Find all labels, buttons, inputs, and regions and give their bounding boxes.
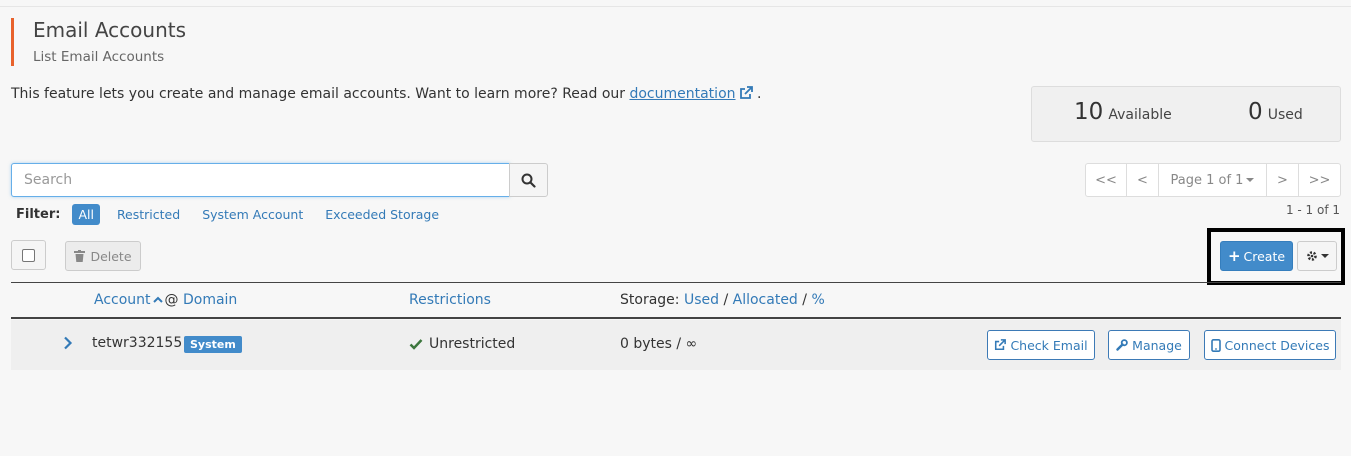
sort-account[interactable]: Account bbox=[94, 292, 151, 308]
external-link-icon bbox=[995, 339, 1007, 351]
plus-icon: + bbox=[1227, 247, 1241, 265]
page-title: Email Accounts bbox=[33, 18, 187, 42]
storage-sep-1: / bbox=[723, 292, 729, 308]
check-email-button[interactable]: Check Email bbox=[987, 330, 1095, 360]
search-input[interactable] bbox=[11, 163, 510, 197]
page-header: Email Accounts List Email Accounts bbox=[11, 18, 186, 66]
gear-icon bbox=[1306, 251, 1317, 261]
documentation-link[interactable]: documentation bbox=[629, 86, 735, 102]
used-label: Used bbox=[1267, 107, 1303, 123]
trash-icon bbox=[74, 250, 86, 262]
table-row: tetwr332155 System Unrestricted 0 bytes … bbox=[11, 320, 1341, 370]
manage-label: Manage bbox=[1132, 337, 1182, 353]
restrictions-header[interactable]: Restrictions bbox=[409, 292, 491, 308]
chevron-down-icon bbox=[1320, 254, 1329, 258]
mobile-phone-icon bbox=[1210, 338, 1221, 352]
used-stat: 0 Used bbox=[1248, 99, 1303, 125]
top-divider bbox=[0, 6, 1351, 7]
account-stats-panel: 10 Available 0 Used bbox=[1031, 86, 1341, 142]
search-icon bbox=[521, 173, 536, 188]
create-label: Create bbox=[1243, 248, 1286, 264]
sort-percent[interactable]: % bbox=[811, 292, 824, 308]
connect-devices-label: Connect Devices bbox=[1224, 337, 1330, 353]
system-badge: System bbox=[184, 336, 242, 353]
intro-text: This feature lets you create and manage … bbox=[11, 86, 761, 102]
pagination: << < Page 1 of 1 > >> bbox=[1085, 163, 1341, 197]
sort-allocated[interactable]: Allocated bbox=[733, 292, 798, 308]
page-select[interactable]: Page 1 of 1 bbox=[1159, 164, 1267, 196]
search-group bbox=[11, 163, 548, 197]
check-icon bbox=[409, 339, 423, 350]
filter-restricted[interactable]: Restricted bbox=[117, 207, 180, 222]
restriction-label: Unrestricted bbox=[429, 336, 516, 352]
connect-devices-button[interactable]: Connect Devices bbox=[1204, 330, 1336, 360]
select-all-checkbox[interactable] bbox=[11, 240, 46, 270]
account-domain-header: Account @ Domain bbox=[94, 292, 237, 308]
available-stat: 10 Available bbox=[1074, 99, 1172, 125]
filter-system-account[interactable]: System Account bbox=[202, 207, 303, 222]
storage-header: Storage: Used / Allocated / % bbox=[620, 292, 825, 308]
settings-dropdown-button[interactable] bbox=[1297, 241, 1337, 271]
storage-prefix: Storage: bbox=[620, 292, 680, 308]
next-page-button[interactable]: > bbox=[1267, 164, 1299, 196]
wrench-icon bbox=[1116, 339, 1128, 351]
sort-domain[interactable]: Domain bbox=[183, 292, 237, 308]
available-label: Available bbox=[1108, 107, 1172, 123]
filter-exceeded-storage[interactable]: Exceeded Storage bbox=[325, 207, 439, 222]
table-header: Account @ Domain Restrictions Storage: Us… bbox=[11, 282, 1341, 319]
storage-sep-2: / bbox=[802, 292, 807, 308]
manage-button[interactable]: Manage bbox=[1108, 330, 1190, 360]
checkbox-box bbox=[22, 248, 35, 262]
available-count: 10 bbox=[1074, 99, 1104, 125]
delete-button[interactable]: Delete bbox=[65, 241, 141, 271]
storage-value: 0 bytes / ∞ bbox=[620, 336, 698, 352]
chevron-down-icon bbox=[1246, 178, 1255, 182]
create-button[interactable]: + Create bbox=[1220, 241, 1293, 271]
page-subtitle: List Email Accounts bbox=[33, 49, 165, 65]
sort-used[interactable]: Used bbox=[684, 292, 719, 308]
sort-ascending-icon bbox=[152, 296, 163, 303]
first-page-button[interactable]: << bbox=[1086, 164, 1127, 196]
search-button[interactable] bbox=[509, 163, 548, 197]
filter-all[interactable]: All bbox=[72, 204, 100, 225]
external-link-icon[interactable] bbox=[739, 86, 753, 100]
check-email-label: Check Email bbox=[1010, 337, 1088, 353]
filter-label: Filter: bbox=[16, 207, 61, 222]
delete-label: Delete bbox=[90, 248, 132, 264]
intro-suffix: . bbox=[756, 86, 762, 102]
used-count: 0 bbox=[1248, 99, 1263, 125]
intro-sentence: This feature lets you create and manage … bbox=[11, 86, 630, 102]
prev-page-button[interactable]: < bbox=[1127, 164, 1159, 196]
at-symbol: @ bbox=[164, 292, 179, 308]
result-range: 1 - 1 of 1 bbox=[1285, 203, 1340, 217]
restriction-status: Unrestricted bbox=[409, 336, 515, 352]
filter-bar: Filter: All Restricted System Account Ex… bbox=[16, 204, 461, 225]
chevron-right-icon[interactable] bbox=[63, 336, 73, 350]
last-page-button[interactable]: >> bbox=[1299, 164, 1340, 196]
page-select-label: Page 1 of 1 bbox=[1170, 172, 1244, 188]
account-name: tetwr332155 bbox=[92, 335, 183, 351]
